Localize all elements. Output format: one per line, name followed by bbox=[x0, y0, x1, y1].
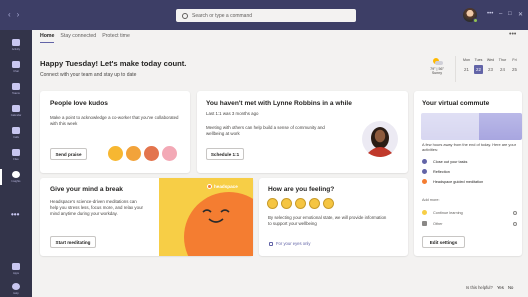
more-options-icon[interactable]: ••• bbox=[509, 31, 516, 38]
lightbulb-badge-icon bbox=[126, 146, 141, 161]
card-text: Make a point to acknowledge a co-worker … bbox=[50, 115, 179, 127]
activity-item[interactable]: Reflection bbox=[422, 169, 450, 174]
last-meeting-text: Last 1:1 was 3 months ago bbox=[206, 111, 259, 116]
calendar-day[interactable]: Thur 24 bbox=[498, 58, 507, 74]
close-icon[interactable]: ✕ bbox=[518, 11, 523, 18]
minimize-icon[interactable]: – bbox=[499, 11, 502, 17]
calendar-day[interactable]: Mon 21 bbox=[462, 58, 471, 74]
tab-protect-time[interactable]: Protect time bbox=[102, 33, 130, 43]
reconnect-card: You haven't met with Lynne Robbins in a … bbox=[197, 91, 408, 173]
privacy-note: For your eyes only bbox=[269, 241, 310, 246]
phone-icon bbox=[12, 127, 20, 134]
start-meditating-button[interactable]: Start meditating bbox=[50, 236, 96, 248]
chat-icon bbox=[12, 61, 20, 68]
grinning-face-icon[interactable] bbox=[267, 198, 278, 209]
tab-stay-connected[interactable]: Stay connected bbox=[60, 33, 96, 43]
card-text: By selecting your emotional state, we wi… bbox=[268, 215, 387, 227]
title-bar: ‹› Search or type a command ••• – □ ✕ bbox=[0, 0, 528, 30]
frowning-face-icon[interactable] bbox=[309, 198, 320, 209]
smiling-face-icon[interactable] bbox=[281, 198, 292, 209]
page-subtitle: Connect with your team and stay up to da… bbox=[40, 72, 137, 78]
maximize-icon[interactable]: □ bbox=[508, 11, 512, 17]
calendar-icon bbox=[12, 105, 20, 112]
neutral-face-icon[interactable] bbox=[295, 198, 306, 209]
lock-icon bbox=[269, 241, 273, 246]
card-title: People love kudos bbox=[50, 100, 108, 107]
search-icon bbox=[182, 12, 188, 19]
presence-available-icon bbox=[473, 18, 478, 23]
card-text: A few hours away from the end of today. … bbox=[422, 142, 516, 153]
add-icon[interactable] bbox=[513, 222, 517, 226]
card-title: You haven't met with Lynne Robbins in a … bbox=[206, 100, 352, 107]
no-link[interactable]: No bbox=[508, 285, 513, 290]
feedback-prompt: Is this helpful? Yes No bbox=[466, 285, 514, 290]
add-activity-item[interactable]: Other bbox=[422, 221, 443, 226]
add-more-label: Add more: bbox=[422, 198, 440, 202]
headspace-logo-icon bbox=[207, 184, 212, 189]
tab-bar: Home Stay connected Protect time bbox=[40, 33, 130, 43]
tab-home[interactable]: Home bbox=[40, 33, 55, 43]
weather-condition: Sunny bbox=[431, 71, 443, 75]
headspace-logo: headspace bbox=[207, 184, 238, 189]
weather-widget: 79° | 56° Sunny bbox=[423, 58, 451, 75]
apps-icon bbox=[12, 263, 20, 270]
rail-item-insights[interactable]: Insights bbox=[0, 164, 32, 190]
search-input[interactable]: Search or type a command bbox=[176, 9, 356, 22]
send-praise-button[interactable]: Send praise bbox=[50, 148, 87, 160]
lynne-robbins-avatar bbox=[362, 121, 398, 157]
insights-icon bbox=[12, 171, 20, 178]
app-rail: Activity Chat Teams Calendar Calls Files… bbox=[0, 30, 32, 297]
forward-icon[interactable]: › bbox=[17, 10, 26, 19]
partly-sunny-icon bbox=[432, 58, 443, 65]
more-options-icon[interactable]: ••• bbox=[487, 11, 493, 17]
sleepy-face-icon bbox=[202, 209, 230, 223]
activity-item[interactable]: Headspace guided meditation bbox=[422, 179, 483, 184]
kudos-card: People love kudos Make a point to acknow… bbox=[40, 91, 190, 173]
schedule-1-1-button[interactable]: Schedule 1:1 bbox=[206, 148, 244, 160]
page-title: Happy Tuesday! Let's make today count. bbox=[40, 59, 187, 68]
reflection-icon bbox=[422, 169, 427, 174]
search-placeholder: Search or type a command bbox=[192, 12, 253, 19]
file-icon bbox=[12, 149, 20, 156]
history-nav: ‹› bbox=[8, 10, 25, 19]
calendar-day[interactable]: Wed 23 bbox=[486, 58, 495, 74]
teams-icon bbox=[12, 83, 20, 90]
heart-badge-icon bbox=[162, 146, 177, 161]
card-title: Give your mind a break bbox=[50, 186, 123, 193]
calendar-strip: Mon 21 Tues 22 Wed 23 Thur 24 Fri 25 bbox=[462, 58, 519, 74]
virtual-commute-card: Your virtual commute A few hours away fr… bbox=[414, 91, 522, 256]
card-text: Headspace's science-driven meditations c… bbox=[50, 199, 143, 217]
card-title: Your virtual commute bbox=[422, 100, 490, 107]
pencil-icon bbox=[422, 221, 427, 226]
commute-progress-illustration bbox=[421, 113, 522, 140]
rocket-badge-icon bbox=[144, 146, 159, 161]
yes-link[interactable]: Yes bbox=[497, 285, 504, 290]
checkmark-icon bbox=[422, 159, 427, 164]
activity-item[interactable]: Close out your tasks bbox=[422, 159, 467, 164]
add-activity-item[interactable]: Continue learning bbox=[422, 210, 463, 215]
card-text: Meeting with others can help build a sen… bbox=[206, 125, 325, 137]
divider bbox=[455, 56, 456, 82]
rail-item-help[interactable]: Help bbox=[0, 276, 32, 297]
help-icon bbox=[12, 283, 20, 290]
back-icon[interactable]: ‹ bbox=[8, 10, 17, 19]
sad-face-icon[interactable] bbox=[323, 198, 334, 209]
calendar-day-today[interactable]: Tues 22 bbox=[474, 58, 483, 74]
calendar-day[interactable]: Fri 25 bbox=[510, 58, 519, 74]
thumbs-up-badge-icon bbox=[108, 146, 123, 161]
headspace-illustration: headspace bbox=[159, 178, 253, 256]
edit-settings-button[interactable]: Edit settings bbox=[422, 236, 465, 248]
more-apps-icon[interactable]: ••• bbox=[11, 210, 19, 219]
headspace-icon bbox=[422, 179, 427, 184]
lightbulb-icon bbox=[422, 210, 427, 215]
bell-icon bbox=[12, 39, 20, 46]
add-icon[interactable] bbox=[513, 211, 517, 215]
card-title: How are you feeling? bbox=[268, 186, 335, 193]
